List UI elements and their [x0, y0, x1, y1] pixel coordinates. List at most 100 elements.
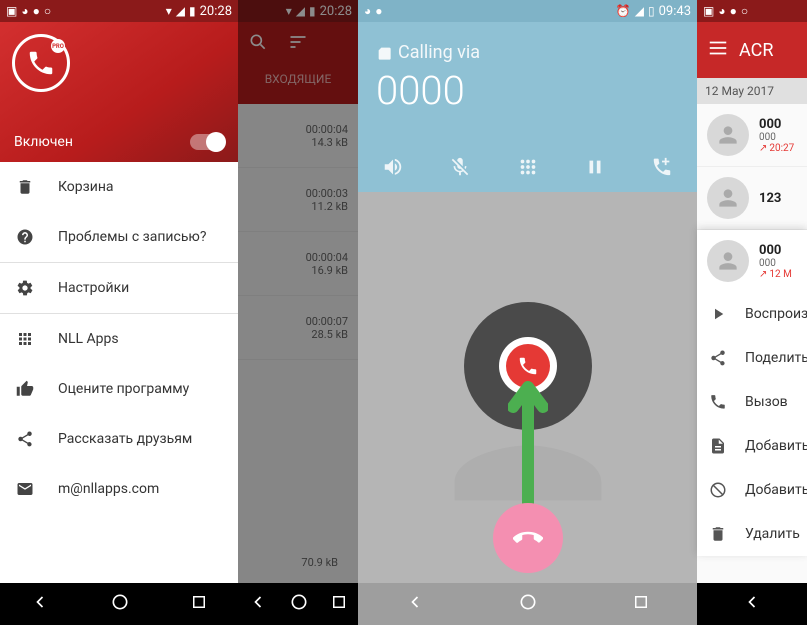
drawer-header: PRO Включен [0, 22, 238, 162]
item-name: 123 [759, 191, 781, 206]
status-bar: ▾ ◢ ▮ 20:28 [238, 0, 358, 22]
sheet-label: Воспроиз [745, 306, 807, 322]
list-item[interactable]: 000 000 ↗20:27 [697, 104, 807, 167]
drawer-item-settings[interactable]: Настройки [0, 263, 238, 313]
battery-icon: ▮ [309, 4, 316, 18]
item-name: 000 [759, 243, 792, 258]
nav-back[interactable] [405, 592, 425, 616]
nav-home[interactable] [289, 592, 309, 616]
recording-item[interactable]: 00:00:07 28.5 kB [238, 296, 358, 360]
call-header: Calling via 0000 [358, 22, 697, 192]
mute-icon[interactable] [449, 156, 471, 178]
nav-home[interactable] [518, 592, 538, 616]
size: 16.9 kB [311, 264, 348, 277]
screen-call: ◕ ● ⏰ ◢ ▯ 09:43 Calling via 0000 [358, 0, 697, 625]
drawer-label: m@nllapps.com [58, 481, 159, 497]
bottom-sheet: 000 000 ↗12 M Воспроиз Поделить Вызов До… [697, 230, 807, 556]
sheet-label: Добавить [745, 438, 807, 454]
drawer-item-email[interactable]: m@nllapps.com [0, 464, 238, 514]
nav-recent[interactable] [330, 593, 348, 615]
search-icon[interactable] [248, 32, 268, 56]
drawer-label: Настройки [58, 280, 129, 296]
nav-home[interactable] [110, 592, 130, 616]
wifi-icon: ▾ [166, 4, 172, 18]
recording-item[interactable]: 00:00:03 11.2 kB [238, 168, 358, 232]
drawer-item-share[interactable]: Рассказать друзьям [0, 414, 238, 464]
enable-toggle[interactable] [190, 134, 224, 150]
recording-item[interactable]: 00:00:04 16.9 kB [238, 232, 358, 296]
menu-icon[interactable] [707, 37, 729, 63]
wifi-icon: ▾ [286, 4, 292, 18]
duration: 00:00:04 [306, 123, 348, 136]
sheet-play[interactable]: Воспроиз [697, 292, 807, 336]
nav-back[interactable] [30, 592, 50, 616]
dot-icon: ○ [44, 4, 51, 18]
trash-icon [16, 178, 36, 196]
speaker-icon[interactable] [382, 156, 404, 178]
dot-icon: ● [33, 4, 40, 18]
recording-item[interactable]: 00:00:04 14.3 kB [238, 104, 358, 168]
app-toolbar: ACR [697, 22, 807, 78]
nav-back[interactable] [248, 592, 268, 616]
duration: 00:00:03 [306, 187, 348, 200]
size: 11.2 kB [311, 200, 348, 213]
nav-bar [358, 583, 697, 625]
status-bar: ▣ ◕ ● ○ ▾ ◢ ▮ 20:28 [0, 0, 238, 22]
sim-icon [376, 45, 392, 61]
size: 14.3 kB [311, 136, 348, 149]
play-icon [709, 305, 729, 323]
add-call-icon[interactable] [651, 156, 673, 178]
dot-icon: ● [730, 4, 737, 18]
sheet-call[interactable]: Вызов [697, 380, 807, 424]
nav-bar [697, 583, 807, 625]
call-actions [376, 156, 679, 182]
drawer-label: Проблемы с записью? [58, 229, 206, 245]
end-call-button[interactable] [493, 503, 563, 573]
call-icon [709, 393, 729, 411]
app-toolbar: ВХОДЯЩИЕ [238, 22, 358, 104]
sheet-share[interactable]: Поделить [697, 336, 807, 380]
nav-back[interactable] [742, 592, 762, 616]
image-icon: ▣ [6, 4, 17, 18]
block-icon [709, 481, 729, 499]
image-icon: ▣ [703, 4, 714, 18]
sheet-add-block[interactable]: Добавить [697, 468, 807, 512]
enable-toggle-row: Включен [0, 122, 238, 162]
item-info: 000 000 ↗20:27 [759, 117, 794, 154]
list-item[interactable]: 123 [697, 167, 807, 230]
settings-icon [16, 279, 36, 297]
screen-sheet: ▣ ◕ ● ○ ACR 12 May 2017 000 000 ↗20:27 1… [697, 0, 807, 625]
drawer-item-rate[interactable]: Оцените программу [0, 364, 238, 414]
drawer-item-apps[interactable]: NLL Apps [0, 314, 238, 364]
nav-recent[interactable] [632, 593, 650, 615]
sheet-label: Поделить [745, 350, 807, 366]
status-time: 20:28 [320, 4, 352, 19]
sort-icon[interactable] [288, 32, 308, 56]
sheet-label: Вызов [745, 394, 788, 410]
share-icon [709, 349, 729, 367]
tab-incoming[interactable]: ВХОДЯЩИЕ [238, 66, 358, 92]
duration: 00:00:07 [306, 315, 348, 328]
thumb-up-icon [16, 380, 36, 398]
email-icon [16, 480, 36, 498]
avatar [707, 240, 749, 282]
pro-badge: PRO [51, 39, 65, 53]
doc-icon [709, 437, 729, 455]
sheet-add-doc[interactable]: Добавить [697, 424, 807, 468]
drawer-item-help[interactable]: Проблемы с записью? [0, 212, 238, 262]
screen-list: ▾ ◢ ▮ 20:28 ВХОДЯЩИЕ 00:00:04 14.3 kB 00… [238, 0, 358, 625]
pause-icon[interactable] [584, 156, 606, 178]
battery-icon: ▯ [648, 4, 655, 18]
sheet-label: Добавить [745, 482, 807, 498]
drawer-item-trash[interactable]: Корзина [0, 162, 238, 212]
nav-recent[interactable] [190, 593, 208, 615]
help-icon [16, 228, 36, 246]
duration: 00:00:04 [306, 251, 348, 264]
sheet-delete[interactable]: Удалить [697, 512, 807, 556]
dialpad-icon[interactable] [517, 156, 539, 178]
outgoing-icon: ↗ [759, 269, 767, 280]
drawer-label: Корзина [58, 179, 114, 195]
app-title: ACR [739, 40, 773, 61]
status-time: 09:43 [659, 4, 691, 19]
dot-icon: ○ [741, 4, 748, 18]
